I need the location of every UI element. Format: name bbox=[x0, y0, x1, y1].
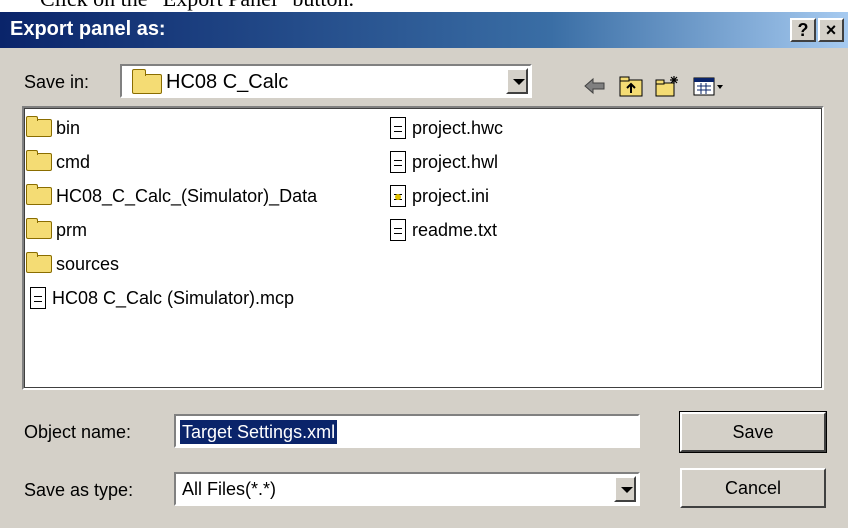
list-item[interactable]: cmd bbox=[26, 150, 90, 174]
folder-icon bbox=[26, 184, 52, 205]
new-folder-icon[interactable] bbox=[654, 74, 680, 98]
list-item-label: sources bbox=[56, 253, 120, 274]
up-folder-icon[interactable] bbox=[618, 74, 644, 98]
title-bar: Export panel as: ? × bbox=[0, 12, 848, 48]
list-item-label: HC08_C_Calc_(Simulator)_Data bbox=[56, 185, 318, 206]
save-button[interactable]: Save bbox=[679, 411, 827, 453]
folder-icon bbox=[26, 252, 52, 273]
list-item[interactable]: prm bbox=[26, 218, 87, 242]
close-button[interactable]: × bbox=[818, 18, 844, 42]
back-arrow-icon[interactable] bbox=[582, 74, 608, 98]
export-dialog: Export panel as: ? × Save in: HC08 C_Cal… bbox=[0, 12, 848, 528]
object-name-value: Target Settings.xml bbox=[180, 420, 338, 444]
folder-icon bbox=[26, 218, 52, 239]
list-item-label: prm bbox=[56, 219, 87, 240]
view-menu-icon[interactable] bbox=[692, 74, 726, 98]
list-item[interactable]: project.hwc bbox=[390, 116, 503, 140]
folder-icon bbox=[26, 150, 52, 171]
save-as-type-label: Save as type: bbox=[24, 480, 134, 500]
list-item[interactable]: project.ini bbox=[390, 184, 489, 208]
list-item[interactable]: HC08 C_Calc (Simulator).mcp bbox=[30, 286, 294, 310]
help-button[interactable]: ? bbox=[790, 18, 816, 42]
list-item-label: project.hwc bbox=[412, 117, 504, 138]
list-item-label: HC08 C_Calc (Simulator).mcp bbox=[52, 287, 295, 308]
list-item-label: readme.txt bbox=[412, 219, 498, 240]
list-item[interactable]: readme.txt bbox=[390, 218, 497, 242]
instruction-caption: Click on the “Export Panel” button. bbox=[0, 0, 848, 12]
save-as-type-combo[interactable]: All Files(*.*) bbox=[174, 472, 640, 506]
document-icon bbox=[390, 219, 406, 241]
object-name-label: Object name: bbox=[24, 422, 132, 442]
folder-icon bbox=[132, 69, 162, 94]
list-item-label: cmd bbox=[56, 151, 91, 172]
document-icon bbox=[30, 287, 46, 309]
list-item-label: bin bbox=[56, 117, 81, 138]
chevron-down-icon[interactable] bbox=[506, 68, 528, 94]
save-in-combo[interactable]: HC08 C_Calc bbox=[120, 64, 532, 98]
folder-icon bbox=[26, 116, 52, 137]
list-item-label: project.ini bbox=[412, 185, 490, 206]
cancel-button[interactable]: Cancel bbox=[680, 468, 826, 508]
dialog-title: Export panel as: bbox=[10, 18, 166, 40]
document-icon bbox=[390, 151, 406, 173]
settings-document-icon bbox=[390, 185, 406, 207]
file-list[interactable]: bin cmd HC08_C_Calc_(Simulator)_Data prm… bbox=[22, 106, 824, 390]
object-name-input[interactable]: Target Settings.xml bbox=[174, 414, 640, 448]
list-item[interactable]: HC08_C_Calc_(Simulator)_Data bbox=[26, 184, 317, 208]
list-item[interactable]: project.hwl bbox=[390, 150, 498, 174]
document-icon bbox=[390, 117, 406, 139]
save-as-type-value: All Files(*.*) bbox=[182, 479, 277, 499]
list-item-label: project.hwl bbox=[412, 151, 499, 172]
save-in-label: Save in: bbox=[24, 72, 90, 92]
list-item[interactable]: bin bbox=[26, 116, 80, 140]
list-item[interactable]: sources bbox=[26, 252, 119, 276]
save-in-value: HC08 C_Calc bbox=[166, 71, 289, 93]
chevron-down-icon[interactable] bbox=[614, 476, 636, 502]
